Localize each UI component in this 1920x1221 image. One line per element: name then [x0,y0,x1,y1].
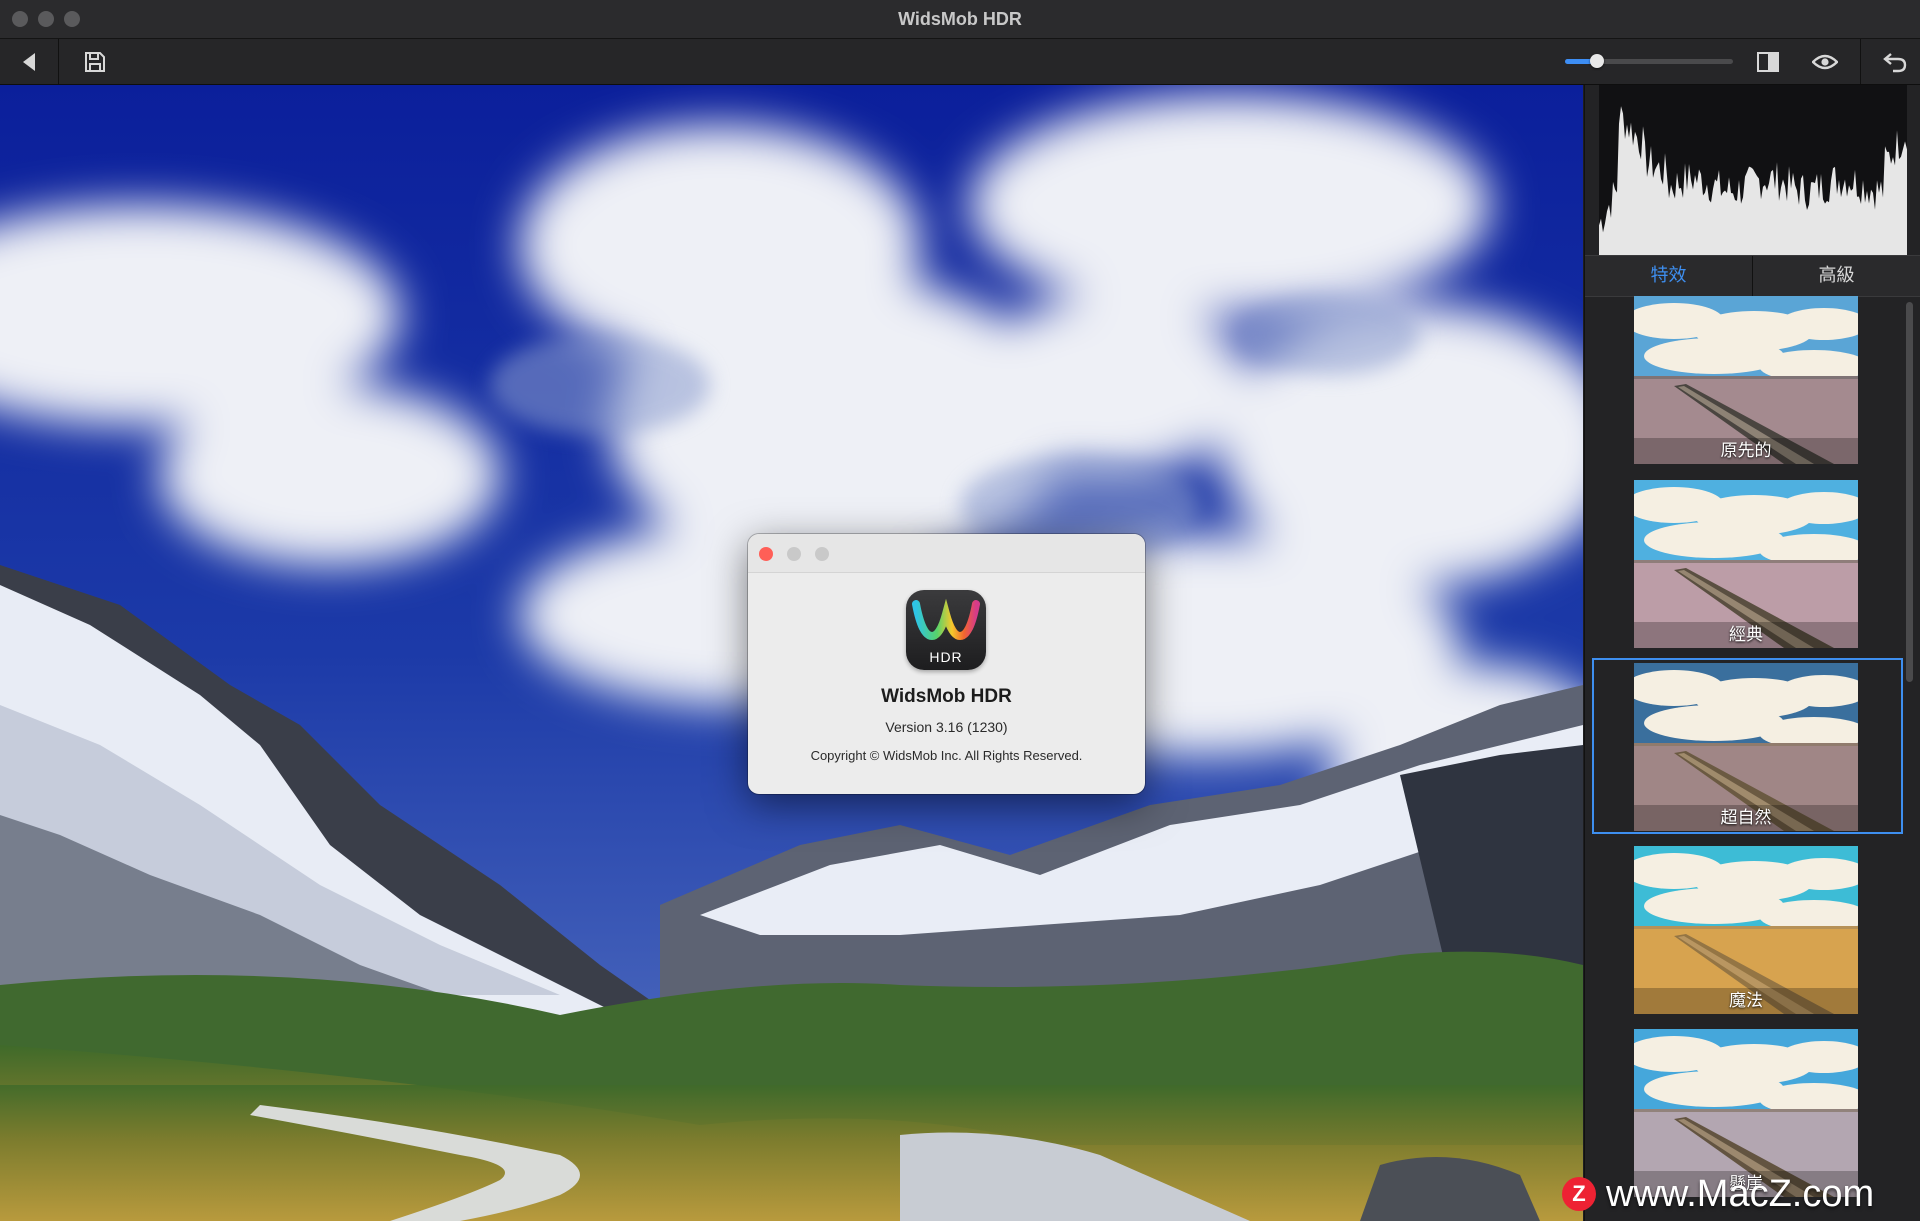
watermark: Z www.MacZ.com [1562,1172,1874,1216]
split-view-icon [1757,51,1779,72]
app-icon-text: HDR [929,649,963,665]
tab-effects[interactable]: 特效 [1585,256,1752,296]
eye-icon [1812,54,1838,69]
preset-classic[interactable]: 經典 [1634,480,1858,648]
save-button[interactable] [70,39,120,84]
back-button[interactable] [0,39,58,84]
toolbar [0,39,1920,85]
undo-icon [1883,52,1907,72]
effects-panel: 特效 高級 原先的 經典 超自然 魔法 懸崖 [1584,85,1920,1221]
save-icon [85,51,105,72]
about-title-bar [748,534,1145,573]
watermark-logo: Z [1562,1177,1596,1211]
watermark-text: www.MacZ.com [1606,1172,1875,1215]
about-dialog: HDR WidsMob HDR Version 3.16 (1230) Copy… [748,534,1145,794]
undo-button[interactable] [1870,39,1920,84]
title-bar: WidsMob HDR [0,0,1920,39]
about-copyright: Copyright © WidsMob Inc. All Rights Rese… [810,748,1083,763]
compare-button[interactable] [1745,39,1791,84]
preset-label: 原先的 [1634,438,1858,464]
app-icon: HDR [906,590,986,670]
window-title: WidsMob HDR [898,9,1022,29]
about-version: Version 3.16 (1230) [885,719,1008,735]
histogram [1599,85,1907,255]
zoom-slider[interactable] [1565,54,1733,68]
preset-original[interactable]: 原先的 [1634,296,1858,464]
preset-list: 原先的 經典 超自然 魔法 懸崖 [1585,296,1920,1221]
preset-magic[interactable]: 魔法 [1634,846,1858,1014]
w-logo-icon [912,598,980,641]
preset-label: 超自然 [1634,805,1858,831]
about-close-button[interactable] [759,547,773,561]
about-minimize-button [787,547,801,561]
preset-label: 魔法 [1634,988,1858,1014]
preview-button[interactable] [1802,39,1848,84]
preset-surreal[interactable]: 超自然 [1634,663,1858,831]
preset-scrollbar[interactable] [1906,302,1913,682]
about-app-name: WidsMob HDR [881,686,1012,707]
about-zoom-button [815,547,829,561]
preset-label: 經典 [1634,622,1858,648]
back-icon [23,52,35,71]
app-window: WidsMob HDR 特效 高級 原先的 經典 超自然 魔法 懸崖 HDR W… [0,0,1920,1221]
panel-tabs: 特效 高級 [1585,255,1920,297]
tab-advanced[interactable]: 高級 [1753,256,1920,296]
zoom-slider-knob[interactable] [1589,54,1604,68]
histogram-graph [1599,106,1907,255]
